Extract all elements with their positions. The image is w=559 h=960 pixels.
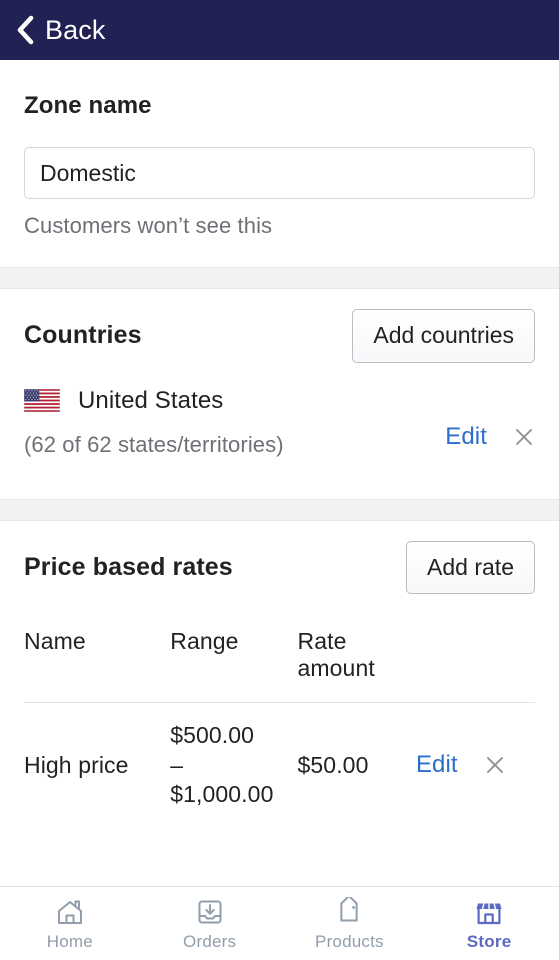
app-root: Back Zone name Customers won’t see this … (0, 0, 559, 960)
rates-table: Name Range Rate amount High price $500.0… (24, 628, 535, 828)
rate-range-cell: $500.00 – $1,000.00 (170, 702, 298, 828)
section-divider-band (0, 267, 559, 289)
price-based-rates-section: Price based rates Add rate Name Range Ra… (0, 520, 559, 828)
rate-name-cell: High price (24, 702, 171, 828)
column-header-range: Range (170, 628, 239, 655)
nav-item-store[interactable]: Store (419, 887, 559, 960)
zone-name-section: Zone name Customers won’t see this (0, 60, 559, 267)
add-rate-button[interactable]: Add rate (406, 540, 535, 595)
rate-actions-cell: Edit (415, 702, 535, 828)
chevron-left-icon (17, 15, 34, 45)
country-name: United States (78, 386, 224, 414)
flag-us-icon (24, 389, 60, 413)
nav-item-home[interactable]: Home (0, 887, 140, 960)
edit-rate-link[interactable]: Edit (416, 751, 458, 779)
nav-label-orders: Orders (183, 932, 237, 951)
bottom-navigation-bar: Home Orders Products Store (0, 886, 559, 960)
zone-name-input[interactable] (24, 147, 535, 199)
column-header-name: Name (24, 628, 86, 655)
add-countries-button[interactable]: Add countries (352, 309, 535, 363)
nav-label-home: Home (46, 932, 93, 951)
column-header-rate-amount: Rate amount (297, 628, 375, 682)
nav-item-orders[interactable]: Orders (140, 887, 280, 960)
country-row: United States (62 of 62 states/territori… (24, 387, 535, 473)
storefront-icon (476, 903, 502, 925)
rate-range-from: $500.00 (170, 722, 255, 749)
back-button[interactable]: Back (14, 11, 113, 49)
top-navigation-bar: Back (0, 0, 559, 60)
nav-label-store: Store (466, 932, 512, 951)
inbox-download-icon (198, 900, 222, 924)
table-row: High price $500.00 – $1,000.00 $50.00 Ed… (24, 702, 535, 828)
country-main: United States (24, 387, 535, 415)
zone-name-label: Zone name (24, 92, 152, 119)
rates-table-head: Name Range Rate amount (24, 628, 535, 703)
remove-country-close-icon[interactable] (513, 426, 535, 448)
nav-item-products[interactable]: Products (280, 887, 420, 960)
back-label: Back (45, 14, 106, 45)
countries-section: Countries Add countries United States (6… (0, 289, 559, 499)
edit-country-link[interactable]: Edit (445, 423, 487, 451)
remove-rate-close-icon[interactable] (484, 754, 506, 776)
rate-range-to: $1,000.00 (170, 781, 274, 808)
column-header-actions (416, 628, 535, 703)
page-content: Zone name Customers won’t see this Count… (0, 60, 559, 886)
tag-icon (340, 897, 359, 922)
zone-name-help-text: Customers won’t see this (24, 213, 273, 238)
rates-header: Price based rates Add rate (24, 540, 535, 595)
rate-range-dash: – (170, 751, 184, 778)
countries-header: Countries Add countries (24, 309, 535, 363)
home-icon (57, 900, 82, 924)
rate-amount-cell: $50.00 (297, 702, 416, 828)
rates-title: Price based rates (24, 552, 233, 581)
rates-header-row: Name Range Rate amount (24, 628, 535, 703)
section-divider-band-2 (0, 498, 559, 521)
rate-row-actions: Edit (416, 751, 525, 779)
nav-label-products: Products (315, 932, 384, 951)
rates-table-body: High price $500.00 – $1,000.00 $50.00 Ed… (24, 702, 535, 828)
country-row-actions: Edit (445, 423, 535, 451)
countries-title: Countries (24, 321, 142, 349)
